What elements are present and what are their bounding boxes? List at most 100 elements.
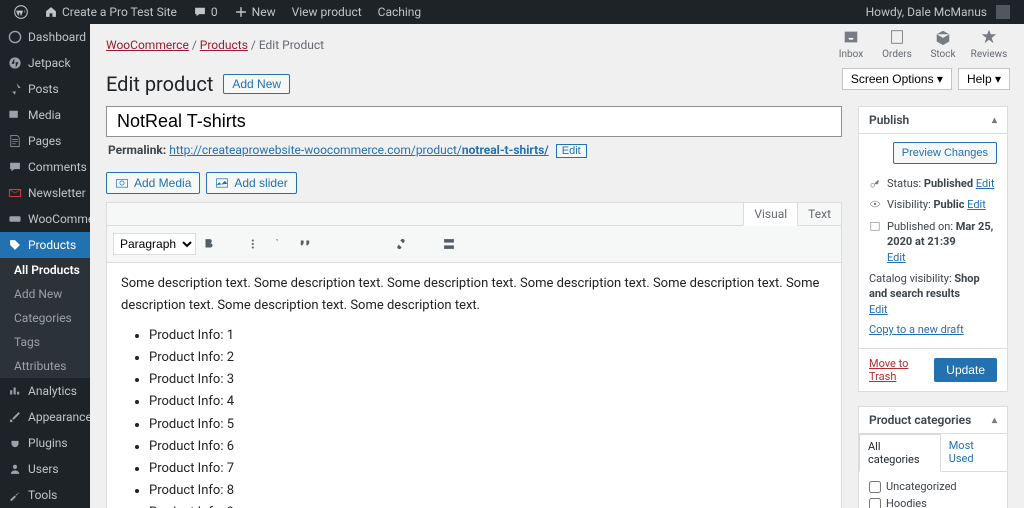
menu-comments[interactable]: Comments: [0, 154, 90, 180]
product-info-bullet: Product Info: 5: [149, 414, 827, 436]
wordpress-icon: [14, 5, 28, 19]
cat-tab-all[interactable]: All categories: [859, 434, 941, 472]
media-icon: [8, 108, 22, 122]
submenu-add-new[interactable]: Add New: [0, 282, 90, 306]
align-center-icon: [346, 237, 360, 251]
publish-toggle[interactable]: ▴: [992, 115, 997, 126]
cat-tab-most-used[interactable]: Most Used: [941, 434, 1007, 471]
screen-options-button[interactable]: Screen Options ▾: [842, 68, 952, 90]
menu-users[interactable]: Users: [0, 456, 90, 482]
menu-appearance[interactable]: Appearance: [0, 404, 90, 430]
editor-toolbar: Paragraph: [107, 226, 841, 263]
bold-button[interactable]: [198, 233, 220, 255]
howdy-user[interactable]: Howdy, Dale McManus: [858, 0, 1018, 24]
preview-changes-button[interactable]: Preview Changes: [893, 142, 997, 164]
menu-jetpack[interactable]: Jetpack: [0, 50, 90, 76]
plus-icon: [234, 5, 248, 19]
catalog-vis-edit-link[interactable]: Edit: [869, 303, 888, 316]
editor-tab-visual[interactable]: Visual: [743, 203, 798, 226]
link-button[interactable]: [390, 233, 412, 255]
new-content[interactable]: New: [226, 0, 284, 24]
visibility-edit-link[interactable]: Edit: [967, 198, 986, 211]
woo-icon: [8, 212, 22, 226]
editor-tab-text[interactable]: Text: [798, 203, 841, 225]
avatar-icon: [996, 5, 1010, 19]
product-info-bullet: Product Info: 2: [149, 347, 827, 369]
align-left-button[interactable]: [318, 233, 340, 255]
submenu-categories[interactable]: Categories: [0, 306, 90, 330]
bullet-list-button[interactable]: [246, 233, 268, 255]
activity-panel: Inbox Orders Stock Reviews: [830, 28, 1010, 60]
menu-woocommerce[interactable]: WooCommerce: [0, 206, 90, 232]
menu-tools[interactable]: Tools: [0, 482, 90, 508]
readmore-button[interactable]: [414, 233, 436, 255]
update-button[interactable]: Update: [934, 358, 997, 382]
editor-content[interactable]: Some description text. Some description …: [107, 263, 841, 508]
copy-to-draft-link[interactable]: Copy to a new draft: [869, 323, 997, 336]
caching[interactable]: Caching: [370, 0, 430, 24]
site-name[interactable]: Create a Pro Test Site: [36, 0, 185, 24]
move-to-trash-link[interactable]: Move to Trash: [869, 357, 934, 383]
menu-dashboard[interactable]: Dashboard: [0, 24, 90, 50]
align-right-button[interactable]: [366, 233, 388, 255]
categories-toggle[interactable]: ▴: [992, 415, 997, 426]
product-title-input[interactable]: [106, 106, 842, 137]
menu-pages[interactable]: Pages: [0, 128, 90, 154]
quote-icon: [298, 237, 312, 251]
italic-button[interactable]: [222, 233, 244, 255]
menu-analytics[interactable]: Analytics: [0, 378, 90, 404]
submenu-attributes[interactable]: Attributes: [0, 354, 90, 378]
quote-button[interactable]: [294, 233, 316, 255]
view-product[interactable]: View product: [284, 0, 370, 24]
published-edit-link[interactable]: Edit: [887, 251, 906, 264]
align-right-icon: [370, 237, 384, 251]
breadcrumb-products[interactable]: Products: [200, 38, 248, 52]
add-media-button[interactable]: Add Media: [106, 172, 200, 194]
orders-button[interactable]: Orders: [876, 28, 918, 60]
link-icon: [394, 237, 408, 251]
format-select[interactable]: Paragraph: [113, 233, 196, 255]
admin-bar: Create a Pro Test Site 0 New View produc…: [0, 0, 1024, 24]
help-button[interactable]: Help ▾: [958, 68, 1010, 90]
list-ul-icon: [250, 237, 264, 251]
menu-plugins[interactable]: Plugins: [0, 430, 90, 456]
brush-icon: [8, 410, 22, 424]
menu-media[interactable]: Media: [0, 102, 90, 128]
description-text: Some description text. Some description …: [121, 273, 827, 317]
fullscreen-button[interactable]: [807, 230, 835, 258]
permalink-link[interactable]: http://createaprowebsite-woocommerce.com…: [169, 143, 549, 157]
add-slider-button[interactable]: Add slider: [206, 172, 296, 194]
categories-title: Product categories: [869, 413, 971, 427]
add-new-button[interactable]: Add New: [223, 74, 290, 94]
product-info-bullet: Product Info: 4: [149, 391, 827, 413]
permalink-edit-button[interactable]: Edit: [556, 144, 587, 158]
category-checkbox[interactable]: [869, 481, 881, 493]
speech-bubble-icon: [193, 5, 207, 19]
users-icon: [8, 462, 22, 476]
align-center-button[interactable]: [342, 233, 364, 255]
number-list-button[interactable]: [270, 233, 292, 255]
category-checkbox[interactable]: [869, 498, 881, 508]
list-ol-icon: [274, 237, 288, 251]
toolbar-toggle-button[interactable]: [438, 233, 460, 255]
menu-products[interactable]: Products: [0, 232, 90, 258]
comments-count[interactable]: 0: [185, 0, 226, 24]
breadcrumb-current: Edit Product: [259, 38, 324, 52]
readmore-icon: [418, 237, 432, 251]
reviews-button[interactable]: Reviews: [968, 28, 1010, 60]
editor: Visual Text Paragraph: [106, 202, 842, 508]
publish-title: Publish: [869, 113, 909, 127]
menu-posts[interactable]: Posts: [0, 76, 90, 102]
status-edit-link[interactable]: Edit: [976, 177, 995, 190]
submenu-tags[interactable]: Tags: [0, 330, 90, 354]
inbox-button[interactable]: Inbox: [830, 28, 872, 60]
submenu-all-products[interactable]: All Products: [0, 258, 90, 282]
jetpack-icon: [8, 56, 22, 70]
pin-icon: [8, 82, 22, 96]
breadcrumb-woocommerce[interactable]: WooCommerce: [106, 38, 189, 52]
menu-newsletter[interactable]: Newsletter: [0, 180, 90, 206]
image-icon: [215, 176, 229, 190]
chart-icon: [8, 384, 22, 398]
wp-logo[interactable]: [6, 0, 36, 24]
stock-button[interactable]: Stock: [922, 28, 964, 60]
